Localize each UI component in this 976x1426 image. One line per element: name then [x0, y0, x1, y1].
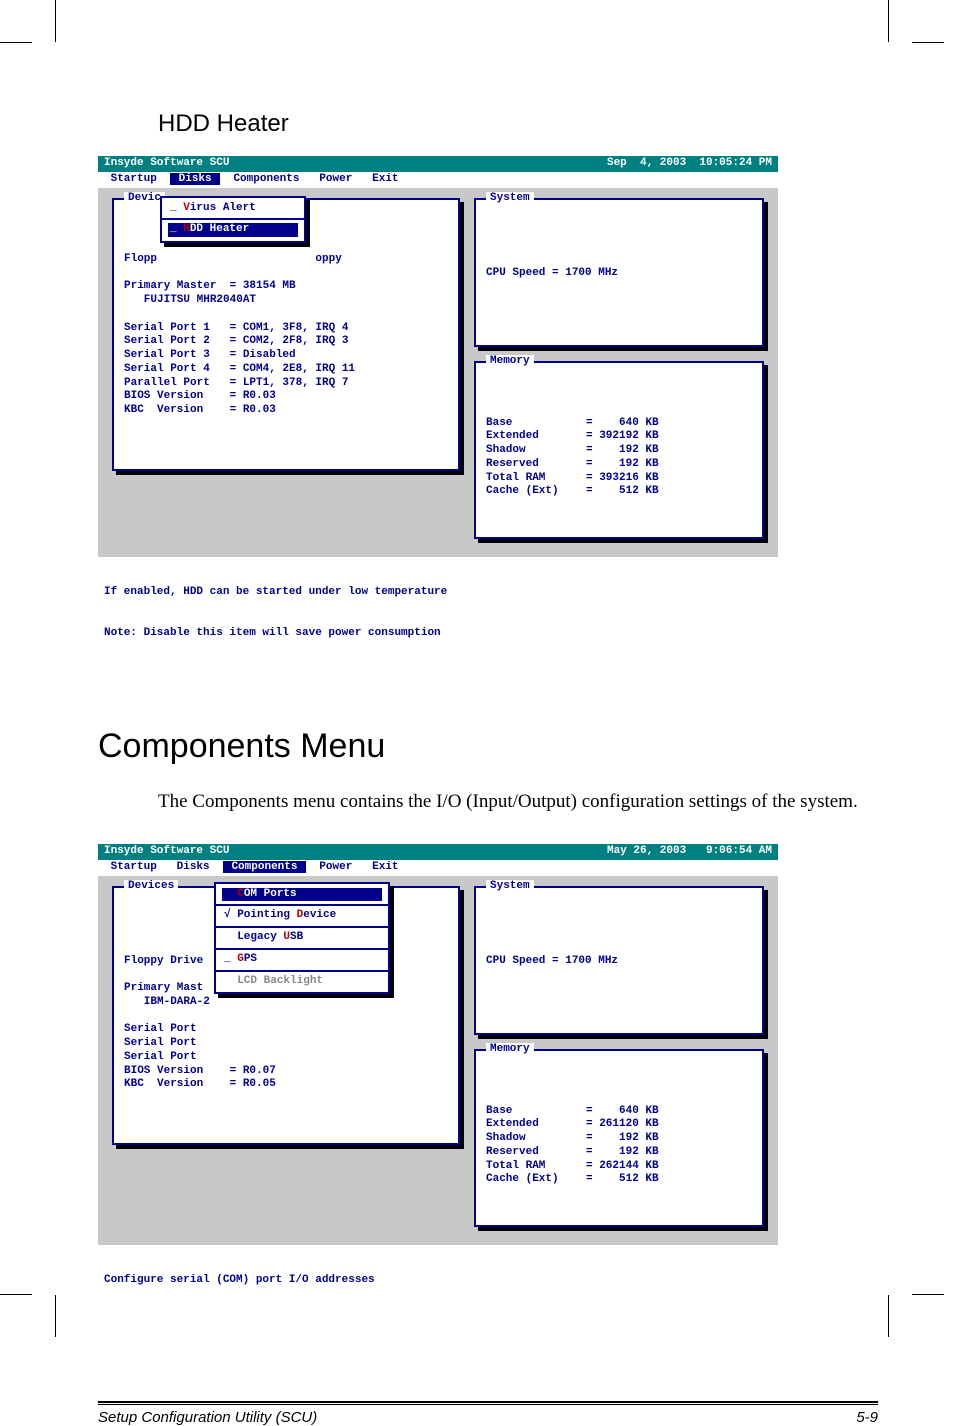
bios1-system-content: CPU Speed = 1700 MHz — [486, 253, 752, 308]
menubar-item-components[interactable]: Components — [227, 173, 306, 185]
heading-hdd-heater: HDD Heater — [158, 110, 878, 138]
bios1-status-line1: If enabled, HDD can be started under low… — [104, 586, 772, 600]
menubar-item-disks[interactable]: Disks — [170, 173, 220, 185]
bios1-title-left: Insyde Software SCU — [104, 157, 229, 171]
memory-row: Cache (Ext)= 512 KB — [486, 485, 752, 499]
bios1-title-right: Sep 4, 2003 10:05:24 PM — [607, 157, 772, 171]
bios2-system-title: System — [486, 880, 534, 894]
memory-row: Base= 640 KB — [486, 1105, 752, 1119]
bios2-menubar[interactable]: Startup Disks Components Power Exit — [98, 860, 778, 876]
components-intro-paragraph: The Components menu contains the I/O (In… — [158, 790, 878, 815]
bios2-system-panel: System CPU Speed = 1700 MHz — [474, 886, 764, 1036]
bios2-titlebar: Insyde Software SCU May 26, 2003 9:06:54… — [98, 844, 778, 860]
bios1-disks-popup[interactable]: _ Virus Alert _ HDD Heater — [160, 196, 306, 244]
bios1-devices-panel: Devic Flopp oppy Primary Master = 38154 … — [112, 198, 460, 472]
popup-item[interactable]: √ Pointing Device — [222, 909, 382, 923]
bios1-statusbar: If enabled, HDD can be started under low… — [98, 553, 778, 677]
bios1-status-line2: Note: Disable this item will save power … — [104, 627, 772, 641]
menubar-item-power[interactable]: Power — [313, 173, 359, 185]
menubar-item-disks[interactable]: Disks — [170, 861, 216, 873]
bios2-system-content: CPU Speed = 1700 MHz — [486, 941, 752, 996]
page-footer: Setup Configuration Utility (SCU) 5-9 — [98, 1401, 878, 1426]
footer-right: 5-9 — [856, 1409, 878, 1426]
memory-row: Total RAM= 262144 KB — [486, 1160, 752, 1174]
bios1-memory-panel: Memory Base= 640 KBExtended= 392192 KBSh… — [474, 361, 764, 538]
menubar-item-exit[interactable]: Exit — [366, 173, 406, 185]
bios2-title-right: May 26, 2003 9:06:54 AM — [607, 845, 772, 859]
memory-row: Extended= 261120 KB — [486, 1118, 752, 1132]
menubar-item-components[interactable]: Components — [223, 861, 306, 873]
bios2-statusbar: Configure serial (COM) port I/O addresse… — [98, 1241, 778, 1351]
menubar-item-startup[interactable]: Startup — [104, 861, 163, 873]
memory-row: Shadow= 192 KB — [486, 1132, 752, 1146]
bios1-memory-title: Memory — [486, 355, 534, 369]
bios2-components-popup[interactable]: COM Ports √ Pointing Device Legacy USB _ G… — [214, 882, 390, 995]
menubar-item-power[interactable]: Power — [313, 861, 359, 873]
bios2-status-line1: Configure serial (COM) port I/O addresse… — [104, 1274, 772, 1288]
bios2-memory-title: Memory — [486, 1043, 534, 1057]
memory-row: Total RAM= 393216 KB — [486, 472, 752, 486]
bios2-memory-panel: Memory Base= 640 KBExtended= 261120 KBSh… — [474, 1049, 764, 1226]
bios2-devices-title: Devices — [124, 880, 178, 894]
bios-screenshot-1: Insyde Software SCU Sep 4, 2003 10:05:24… — [98, 156, 778, 677]
popup-item[interactable]: _ Virus Alert — [168, 202, 298, 216]
popup-item[interactable]: COM Ports — [222, 888, 382, 902]
popup-item[interactable]: _ HDD Heater — [168, 223, 298, 237]
memory-row: Reserved= 192 KB — [486, 458, 752, 472]
memory-row: Shadow= 192 KB — [486, 444, 752, 458]
bios2-title-left: Insyde Software SCU — [104, 845, 229, 859]
memory-row: Reserved= 192 KB — [486, 1146, 752, 1160]
memory-row: Cache (Ext)= 512 KB — [486, 1173, 752, 1187]
footer-left: Setup Configuration Utility (SCU) — [98, 1409, 317, 1426]
bios1-titlebar: Insyde Software SCU Sep 4, 2003 10:05:24… — [98, 156, 778, 172]
heading-components-menu: Components Menu — [98, 727, 878, 766]
bios1-system-panel: System CPU Speed = 1700 MHz — [474, 198, 764, 348]
popup-item[interactable]: Legacy USB — [222, 931, 382, 945]
memory-row: Extended= 392192 KB — [486, 430, 752, 444]
bios-screenshot-2: Insyde Software SCU May 26, 2003 9:06:54… — [98, 844, 778, 1351]
popup-item[interactable]: _ GPS — [222, 953, 382, 967]
bios1-devices-content: Flopp oppy Primary Master = 38154 MB FUJ… — [124, 253, 448, 418]
bios2-memory-content: Base= 640 KBExtended= 261120 KBShadow= 1… — [486, 1105, 752, 1188]
popup-item: LCD Backlight — [222, 975, 382, 989]
menubar-item-exit[interactable]: Exit — [366, 861, 406, 873]
bios1-devices-title: Devic — [124, 192, 165, 206]
menubar-item-startup[interactable]: Startup — [104, 173, 163, 185]
bios2-devices-panel: Devices Floppy Drive Primary Mast IBM-DA… — [112, 886, 460, 1146]
bios1-system-title: System — [486, 192, 534, 206]
bios1-menubar[interactable]: Startup Disks Components Power Exit — [98, 172, 778, 188]
bios1-memory-content: Base= 640 KBExtended= 392192 KBShadow= 1… — [486, 417, 752, 500]
memory-row: Base= 640 KB — [486, 417, 752, 431]
